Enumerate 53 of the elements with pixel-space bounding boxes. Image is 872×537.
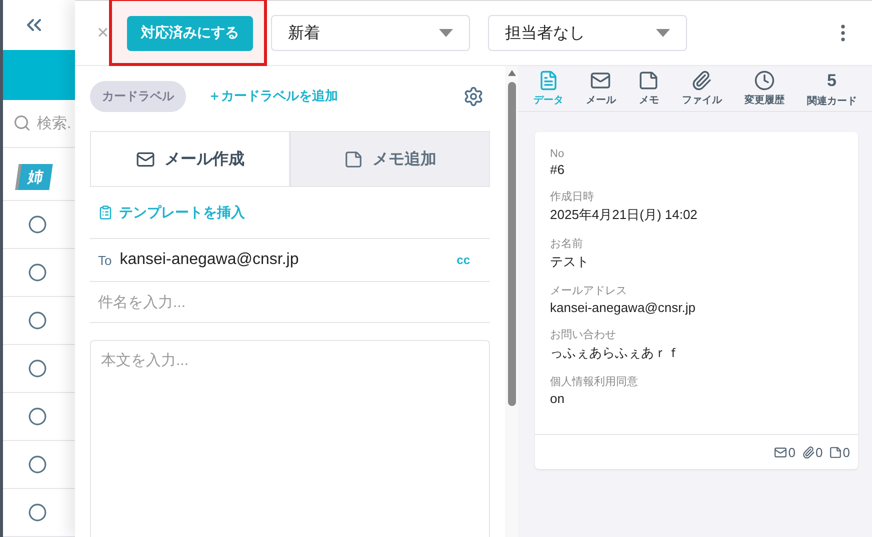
mail-icon — [136, 150, 154, 168]
search-icon — [13, 114, 31, 132]
compose-tab[interactable]: メール作成 — [90, 131, 290, 186]
to-label: To — [98, 252, 112, 268]
dropdown-arrow-icon — [656, 29, 670, 37]
card-label-chip[interactable]: カードラベル — [90, 80, 186, 112]
scrollbar[interactable] — [505, 66, 518, 537]
field-value: 2025年4月21日(月) 14:02 — [550, 206, 698, 224]
detail-tab[interactable]: 変更履歴 — [744, 70, 784, 107]
field-value: kansei-anegawa@cnsr.jp — [550, 300, 696, 315]
detail-tab[interactable]: 5 関連カード — [806, 70, 857, 108]
field-value: #6 — [550, 162, 566, 177]
clipboard-icon — [98, 205, 113, 220]
note-icon — [638, 70, 660, 91]
field-label: お問い合わせ — [550, 328, 617, 342]
count-text: 0 — [816, 444, 823, 460]
assignee-select[interactable]: 担当者なし — [488, 15, 687, 51]
avatar-badge: 姉 — [15, 164, 53, 190]
dropdown-arrow-icon — [439, 29, 453, 37]
clock-icon — [754, 70, 775, 91]
mail-icon — [774, 446, 788, 458]
paperclip-icon — [691, 70, 712, 91]
radio-circle-icon[interactable] — [28, 503, 46, 522]
settings-icon[interactable] — [463, 86, 484, 106]
detail-tab[interactable]: メール — [586, 70, 616, 107]
field-value: on — [550, 391, 566, 406]
paperclip-icon — [802, 446, 815, 458]
field-label: メールアドレス — [550, 284, 628, 298]
mail-icon — [590, 70, 612, 91]
field-value: っふぇあらふぇあｒｆ — [550, 344, 681, 362]
to-address: kansei-anegawa@cnsr.jp — [120, 251, 299, 269]
radio-circle-icon[interactable] — [28, 407, 46, 426]
radio-circle-icon[interactable] — [28, 311, 46, 330]
radio-circle-icon[interactable] — [28, 215, 46, 234]
compose-tab[interactable]: メモ追加 — [290, 131, 490, 186]
field-value: テスト — [550, 253, 590, 271]
field-label: お名前 — [550, 237, 584, 251]
document-icon — [538, 70, 559, 91]
field-label: 作成日時 — [550, 190, 595, 204]
field-label: 個人情報利用同意 — [550, 375, 639, 389]
radio-circle-icon[interactable] — [28, 455, 46, 474]
radio-circle-icon[interactable] — [28, 263, 46, 282]
field-label: No — [550, 148, 566, 160]
note-icon — [344, 150, 362, 168]
count-text: 0 — [788, 444, 796, 460]
sidebar-header-bar — [3, 50, 75, 100]
radio-circle-icon[interactable] — [28, 359, 46, 378]
detail-tab[interactable]: ファイル — [682, 70, 722, 107]
count-text: 0 — [842, 444, 850, 460]
detail-tab[interactable]: メモ — [638, 70, 660, 107]
note-icon — [828, 446, 842, 458]
body-field[interactable]: 本文を入力... — [90, 340, 490, 537]
status-select[interactable]: 新着 — [271, 15, 470, 51]
